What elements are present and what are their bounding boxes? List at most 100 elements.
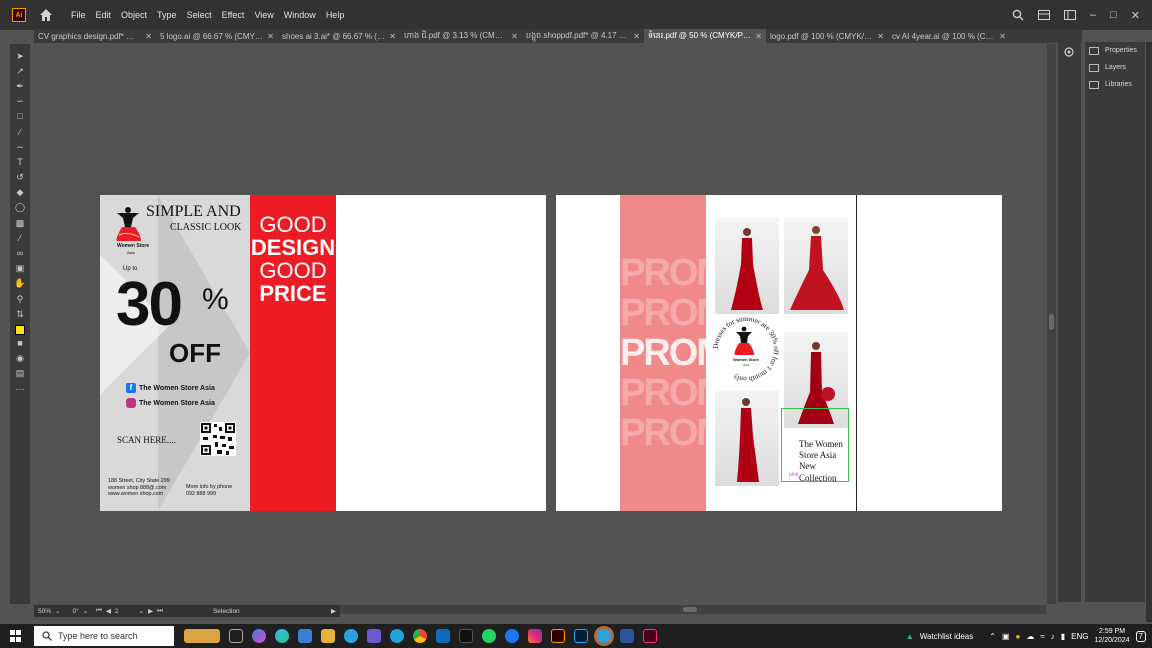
windows-start-icon[interactable] xyxy=(10,630,22,642)
tab-document[interactable]: cv AI 4year.ai @ 100 % (CMYK... ✕ xyxy=(888,29,1010,43)
file-explorer-icon[interactable] xyxy=(321,629,335,643)
tab-document[interactable]: logo.pdf @ 100 % (CMYK/Prev... ✕ xyxy=(766,29,888,43)
volume-icon[interactable]: ♪ xyxy=(1051,632,1055,641)
workspace-icon[interactable] xyxy=(1038,10,1050,20)
layers-panel-item[interactable]: Layers xyxy=(1085,59,1145,76)
menu-help[interactable]: Help xyxy=(321,10,350,20)
tiktok-icon[interactable] xyxy=(459,629,473,643)
minimize-icon[interactable]: – xyxy=(1090,9,1096,21)
menu-file[interactable]: File xyxy=(66,10,91,20)
chevron-down-icon[interactable]: ⌄ xyxy=(83,607,88,615)
close-icon[interactable]: ✕ xyxy=(1131,9,1140,22)
chrome-icon[interactable] xyxy=(413,629,427,643)
tab-document[interactable]: 5 logo.ai @ 66.67 % (CMYK/Pr... ✕ xyxy=(156,29,278,43)
close-tab-icon[interactable]: ✕ xyxy=(511,32,518,41)
tab-document-active[interactable]: ទំនេរ.pdf @ 50 % (CMYK/Preview) ✕ xyxy=(644,29,766,43)
tray-app-icon[interactable]: ▣ xyxy=(1002,632,1010,641)
telegram-active-icon[interactable] xyxy=(597,629,611,643)
libraries-panel-item[interactable]: Libraries xyxy=(1085,76,1145,93)
close-tab-icon[interactable]: ✕ xyxy=(145,32,152,41)
menu-effect[interactable]: Effect xyxy=(217,10,250,20)
chevron-up-icon[interactable]: ⌃ xyxy=(989,632,996,641)
chat-app-icon[interactable] xyxy=(390,629,404,643)
close-tab-icon[interactable]: ✕ xyxy=(389,32,396,41)
clock[interactable]: 2:59 PM 12/20/2024 xyxy=(1095,627,1130,645)
horizontal-scroll-thumb[interactable] xyxy=(683,607,697,612)
maximize-icon[interactable]: □ xyxy=(1110,9,1117,21)
fill-color-swatch[interactable] xyxy=(15,325,25,336)
close-tab-icon[interactable]: ✕ xyxy=(877,32,884,41)
warp-tool-icon[interactable]: ◯ xyxy=(14,201,26,213)
taskbar-search[interactable]: Type here to search xyxy=(34,626,174,646)
menu-select[interactable]: Select xyxy=(182,10,217,20)
menu-type[interactable]: Type xyxy=(152,10,182,20)
collection-text[interactable]: The Women Store Asia New Collection xyxy=(799,439,843,484)
photoshop-icon[interactable] xyxy=(574,629,588,643)
home-icon[interactable] xyxy=(38,7,54,23)
search-highlight-icon[interactable] xyxy=(184,629,220,643)
color-mode-icon[interactable]: ■ xyxy=(14,337,26,349)
draw-mode-icon[interactable]: ◉ xyxy=(14,352,26,364)
artboard-number[interactable]: 2 xyxy=(115,608,119,615)
tab-document[interactable]: shoes ai 3.ai* @ 66.67 % (CMY... ✕ xyxy=(278,29,400,43)
artboard-1[interactable]: Women Store Asia SIMPLE AND CLASSIC LOOK… xyxy=(100,195,546,511)
store-icon[interactable] xyxy=(298,629,312,643)
gradient-tool-icon[interactable]: ▩ xyxy=(14,217,26,229)
rectangle-tool-icon[interactable]: □ xyxy=(14,110,26,122)
zoom-level[interactable]: 50% xyxy=(38,608,51,615)
menu-view[interactable]: View xyxy=(249,10,278,20)
edge-icon[interactable] xyxy=(275,629,289,643)
outlook-icon[interactable] xyxy=(436,629,450,643)
notification-badge[interactable]: 7 xyxy=(1135,630,1146,642)
next-artboard-icon[interactable]: ▶ xyxy=(148,607,153,615)
tray-app-icon[interactable]: ☁ xyxy=(1026,632,1034,641)
prev-artboard-icon[interactable]: ◀ xyxy=(106,607,111,615)
chevron-down-icon[interactable]: ⌄ xyxy=(55,607,60,615)
chevron-down-icon[interactable]: ⌄ xyxy=(139,607,144,615)
selection-tool-icon[interactable]: ➤ xyxy=(14,50,26,62)
swap-colors-icon[interactable]: ⇅ xyxy=(14,308,26,320)
wifi-icon[interactable]: ≈ xyxy=(1040,632,1044,641)
tray-app-icon[interactable]: ● xyxy=(1016,632,1021,641)
menu-edit[interactable]: Edit xyxy=(91,10,117,20)
screen-mode-icon[interactable]: ▤ xyxy=(14,367,26,379)
zoom-tool-icon[interactable]: ⚲ xyxy=(14,293,26,305)
first-artboard-icon[interactable]: ⏮ xyxy=(96,607,102,615)
indesign-icon[interactable] xyxy=(643,629,657,643)
status-menu-icon[interactable]: ▶ xyxy=(331,607,336,615)
artboard-2[interactable]: PROMO PROMO PROMO PROMO PROMO Dresses fo… xyxy=(556,195,1002,511)
task-view-icon[interactable] xyxy=(229,629,243,643)
facebook-icon[interactable] xyxy=(505,629,519,643)
properties-panel-item[interactable]: Properties xyxy=(1085,42,1145,59)
copilot-icon[interactable] xyxy=(252,629,266,643)
whatsapp-icon[interactable] xyxy=(482,629,496,643)
menu-object[interactable]: Object xyxy=(116,10,152,20)
blend-tool-icon[interactable]: ∞ xyxy=(14,247,26,259)
horizontal-scrollbar[interactable] xyxy=(340,605,1046,614)
stock-widget-icon[interactable]: ▲ xyxy=(906,632,914,641)
eyedropper-tool-icon[interactable]: ⁄ xyxy=(14,232,26,244)
tab-document[interactable]: CV graphics design.pdf* @ 100... ✕ xyxy=(34,29,156,43)
rotation-value[interactable]: 0° xyxy=(72,608,78,615)
illustrator-icon[interactable] xyxy=(551,629,565,643)
close-tab-icon[interactable]: ✕ xyxy=(755,32,762,41)
telegram-icon[interactable] xyxy=(344,629,358,643)
tab-document[interactable]: បង្អួច.shoppdf.pdf* @ 4.17 %... ✕ xyxy=(522,29,644,43)
vertical-scroll-thumb[interactable] xyxy=(1049,314,1054,330)
rotate-tool-icon[interactable]: ↺ xyxy=(14,171,26,183)
close-tab-icon[interactable]: ✕ xyxy=(267,32,274,41)
shaper-tool-icon[interactable]: ∼ xyxy=(14,141,26,153)
direct-selection-tool-icon[interactable]: ↗ xyxy=(14,65,26,77)
language-indicator[interactable]: ENG xyxy=(1071,632,1088,641)
instagram-icon[interactable] xyxy=(528,629,542,643)
artboard-tool-icon[interactable]: ▣ xyxy=(14,262,26,274)
menu-window[interactable]: Window xyxy=(279,10,321,20)
tab-document[interactable]: ហាង ជិ.pdf @ 3.13 % (CMYK/P... ✕ xyxy=(400,29,522,43)
hand-tool-icon[interactable]: ✋ xyxy=(14,277,26,289)
eraser-tool-icon[interactable]: ◆ xyxy=(14,186,26,198)
close-tab-icon[interactable]: ✕ xyxy=(633,32,640,41)
vertical-scrollbar[interactable] xyxy=(1047,44,1056,604)
paintbrush-tool-icon[interactable]: ∕ xyxy=(14,126,26,138)
search-icon[interactable] xyxy=(1012,9,1024,21)
curvature-tool-icon[interactable]: ∽ xyxy=(14,95,26,107)
